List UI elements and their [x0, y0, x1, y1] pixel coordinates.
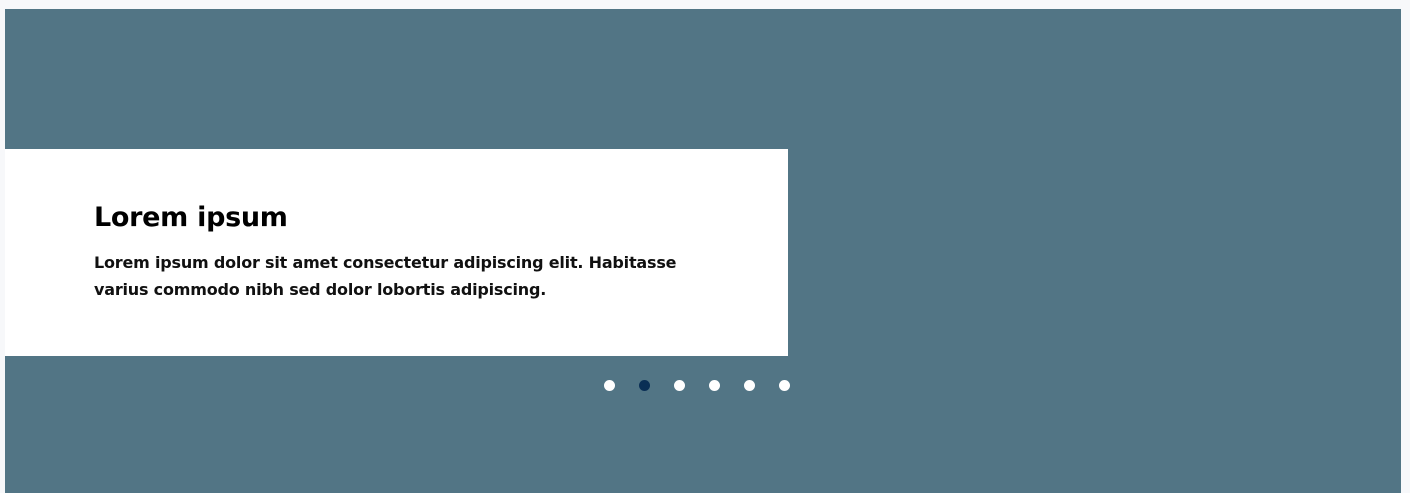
carousel-dot-1[interactable] [604, 379, 615, 391]
slide-card: Lorem ipsum Lorem ipsum dolor sit amet c… [5, 149, 788, 356]
carousel-dot-3[interactable] [674, 379, 685, 391]
carousel-dot-2[interactable] [639, 379, 650, 391]
carousel-pagination [604, 374, 790, 396]
carousel-dot-6[interactable] [779, 379, 790, 391]
hero-carousel: Lorem ipsum Lorem ipsum dolor sit amet c… [5, 9, 1401, 493]
slide-body: Lorem ipsum dolor sit amet consectetur a… [94, 253, 677, 299]
carousel-dot-4[interactable] [709, 379, 720, 391]
slide-title: Lorem ipsum [94, 202, 288, 233]
carousel-dot-5[interactable] [744, 379, 755, 391]
